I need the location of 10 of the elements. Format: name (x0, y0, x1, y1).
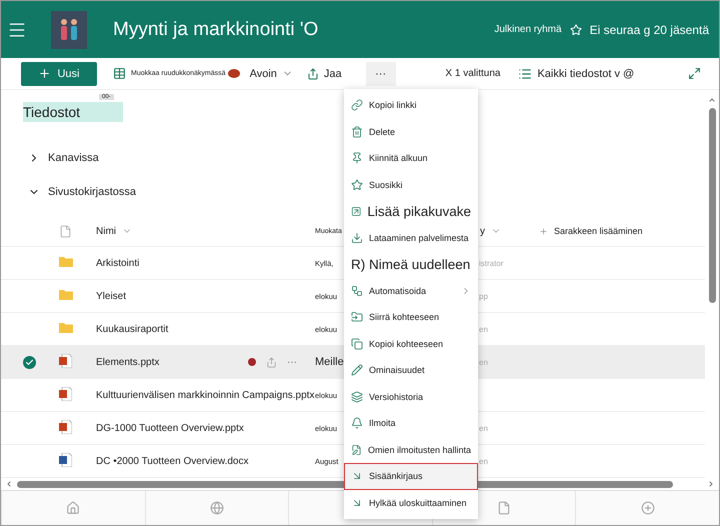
modified-date: Meille (315, 356, 344, 368)
modified-by: en (479, 424, 488, 432)
modified-by: pp (479, 292, 488, 300)
group-type: Julkinen ryhmä (494, 24, 562, 35)
modified-by: en (479, 358, 488, 366)
selection-count: X 1 valittuna (445, 68, 500, 79)
site-title: Myynti ja markkinointi 'O (113, 18, 320, 40)
modified-by: en (479, 324, 488, 334)
modified-by: en (479, 456, 488, 466)
modified-by: istrator (479, 258, 504, 268)
